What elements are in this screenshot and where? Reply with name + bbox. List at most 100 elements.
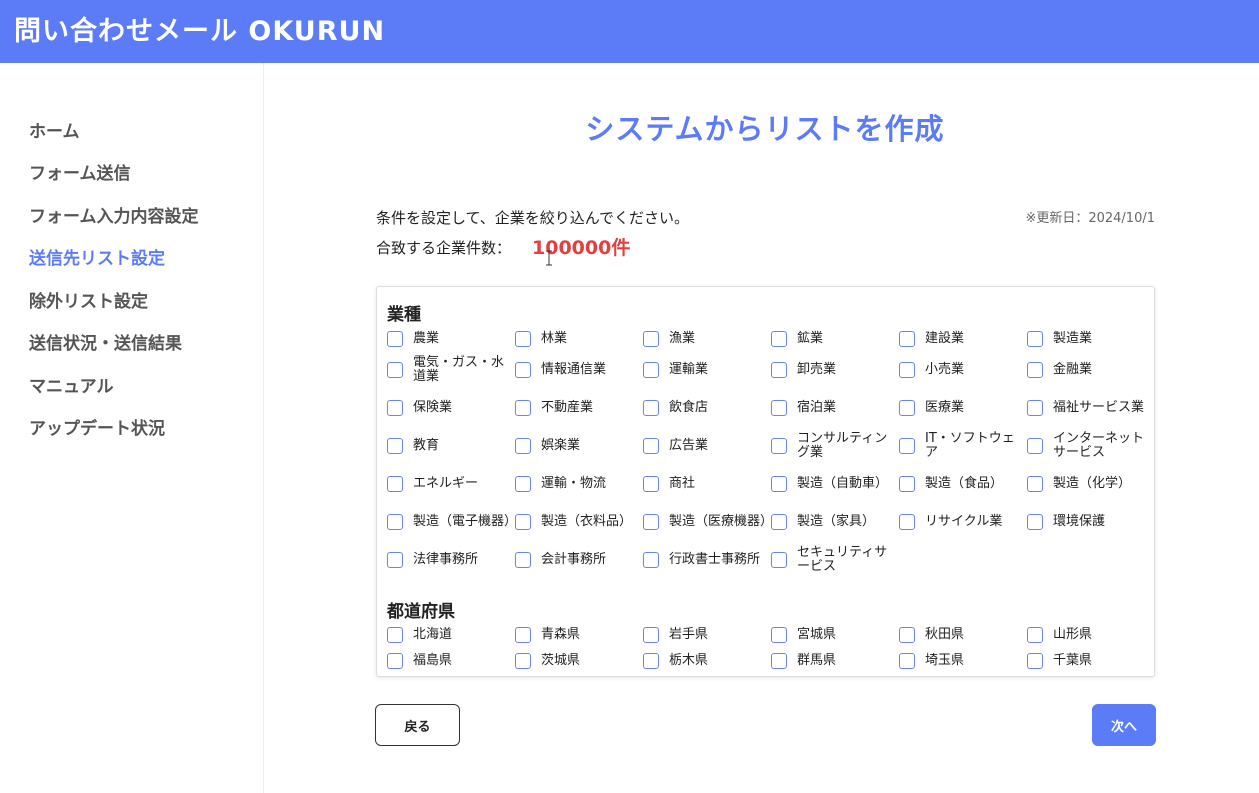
- checkbox[interactable]: [899, 476, 915, 492]
- checkbox[interactable]: [643, 552, 659, 568]
- prefecture-option[interactable]: 山形県: [1027, 621, 1151, 649]
- checkbox[interactable]: [387, 400, 403, 416]
- checkbox[interactable]: [899, 627, 915, 643]
- checkbox[interactable]: [899, 400, 915, 416]
- prefecture-option[interactable]: 宮城県: [771, 621, 895, 649]
- industry-option[interactable]: 卸売業: [771, 356, 895, 384]
- checkbox[interactable]: [771, 331, 787, 347]
- filter-panel[interactable]: 業種 農業 林業 漁業 鉱業 建設業 製造業 電気・ガス・水道業 情報通信業 運輸業 卸売業 小売業…: [376, 286, 1155, 677]
- sidebar-item-exclusion-list[interactable]: 除外リスト設定: [29, 287, 148, 312]
- prefecture-option[interactable]: 千葉県: [1027, 647, 1151, 675]
- industry-option[interactable]: 運輸業: [643, 356, 767, 384]
- industry-option[interactable]: 電気・ガス・水道業: [387, 356, 511, 384]
- industry-option[interactable]: 製造（食品）: [899, 470, 1023, 498]
- industry-option[interactable]: 保険業: [387, 394, 511, 422]
- checkbox[interactable]: [771, 653, 787, 669]
- industry-option[interactable]: 教育: [387, 432, 511, 460]
- industry-option[interactable]: コンサルティング業: [771, 432, 895, 460]
- industry-option[interactable]: 鉱業: [771, 325, 895, 353]
- checkbox[interactable]: [899, 653, 915, 669]
- prefecture-option[interactable]: 栃木県: [643, 647, 767, 675]
- prefecture-option[interactable]: 青森県: [515, 621, 639, 649]
- checkbox[interactable]: [1027, 438, 1043, 454]
- next-button[interactable]: 次へ: [1092, 704, 1156, 746]
- industry-option[interactable]: 宿泊業: [771, 394, 895, 422]
- prefecture-option[interactable]: 北海道: [387, 621, 511, 649]
- industry-option[interactable]: 製造（衣料品）: [515, 508, 639, 536]
- industry-option[interactable]: 製造（化学）: [1027, 470, 1151, 498]
- checkbox[interactable]: [643, 627, 659, 643]
- checkbox[interactable]: [771, 552, 787, 568]
- checkbox[interactable]: [1027, 400, 1043, 416]
- checkbox[interactable]: [643, 331, 659, 347]
- sidebar-item-home[interactable]: ホーム: [29, 117, 80, 142]
- industry-option[interactable]: IT・ソフトウェア: [899, 432, 1023, 460]
- prefecture-option[interactable]: 岩手県: [643, 621, 767, 649]
- industry-option[interactable]: 広告業: [643, 432, 767, 460]
- checkbox[interactable]: [387, 514, 403, 530]
- industry-option[interactable]: 製造（電子機器）: [387, 508, 517, 536]
- industry-option[interactable]: 商社: [643, 470, 767, 498]
- checkbox[interactable]: [899, 438, 915, 454]
- checkbox[interactable]: [771, 627, 787, 643]
- industry-option[interactable]: 金融業: [1027, 356, 1151, 384]
- industry-option[interactable]: セキュリティサービス: [771, 546, 895, 574]
- checkbox[interactable]: [515, 362, 531, 378]
- industry-option[interactable]: エネルギー: [387, 470, 511, 498]
- sidebar-item-form-input-settings[interactable]: フォーム入力内容設定: [29, 202, 199, 227]
- industry-option[interactable]: 林業: [515, 325, 639, 353]
- prefecture-option[interactable]: 茨城県: [515, 647, 639, 675]
- checkbox[interactable]: [1027, 362, 1043, 378]
- prefecture-option[interactable]: 埼玉県: [899, 647, 1023, 675]
- prefecture-option[interactable]: 福島県: [387, 647, 511, 675]
- industry-option[interactable]: 飲食店: [643, 394, 767, 422]
- industry-option[interactable]: 製造（医療機器）: [643, 508, 773, 536]
- checkbox[interactable]: [515, 331, 531, 347]
- checkbox[interactable]: [1027, 627, 1043, 643]
- checkbox[interactable]: [387, 476, 403, 492]
- checkbox[interactable]: [1027, 653, 1043, 669]
- industry-option[interactable]: 小売業: [899, 356, 1023, 384]
- checkbox[interactable]: [899, 362, 915, 378]
- checkbox[interactable]: [771, 514, 787, 530]
- sidebar-item-form-send[interactable]: フォーム送信: [29, 159, 131, 184]
- checkbox[interactable]: [387, 438, 403, 454]
- checkbox[interactable]: [899, 514, 915, 530]
- back-button[interactable]: 戻る: [375, 704, 460, 746]
- checkbox[interactable]: [1027, 514, 1043, 530]
- industry-option[interactable]: リサイクル業: [899, 508, 1023, 536]
- industry-option[interactable]: 娯楽業: [515, 432, 639, 460]
- checkbox[interactable]: [515, 552, 531, 568]
- checkbox[interactable]: [643, 514, 659, 530]
- prefecture-option[interactable]: 群馬県: [771, 647, 895, 675]
- checkbox[interactable]: [515, 653, 531, 669]
- sidebar-item-recipient-list[interactable]: 送信先リスト設定: [29, 244, 165, 269]
- sidebar-item-send-status[interactable]: 送信状況・送信結果: [29, 329, 182, 354]
- industry-option[interactable]: 法律事務所: [387, 546, 511, 574]
- checkbox[interactable]: [515, 438, 531, 454]
- checkbox[interactable]: [643, 438, 659, 454]
- checkbox[interactable]: [899, 331, 915, 347]
- industry-option[interactable]: 製造（自動車）: [771, 470, 895, 498]
- industry-option[interactable]: 福祉サービス業: [1027, 394, 1151, 422]
- checkbox[interactable]: [515, 627, 531, 643]
- industry-option[interactable]: インターネットサービス: [1027, 432, 1151, 460]
- industry-option[interactable]: 環境保護: [1027, 508, 1151, 536]
- checkbox[interactable]: [643, 400, 659, 416]
- checkbox[interactable]: [515, 514, 531, 530]
- industry-option[interactable]: 行政書士事務所: [643, 546, 767, 574]
- industry-option[interactable]: 運輸・物流: [515, 470, 639, 498]
- industry-option[interactable]: 農業: [387, 325, 511, 353]
- checkbox[interactable]: [771, 438, 787, 454]
- checkbox[interactable]: [515, 476, 531, 492]
- checkbox[interactable]: [387, 627, 403, 643]
- industry-option[interactable]: 不動産業: [515, 394, 639, 422]
- checkbox[interactable]: [387, 362, 403, 378]
- checkbox[interactable]: [643, 362, 659, 378]
- industry-option[interactable]: 情報通信業: [515, 356, 639, 384]
- checkbox[interactable]: [515, 400, 531, 416]
- checkbox[interactable]: [387, 331, 403, 347]
- sidebar-item-update-status[interactable]: アップデート状況: [29, 414, 165, 439]
- sidebar-item-manual[interactable]: マニュアル: [29, 372, 114, 397]
- industry-option[interactable]: 漁業: [643, 325, 767, 353]
